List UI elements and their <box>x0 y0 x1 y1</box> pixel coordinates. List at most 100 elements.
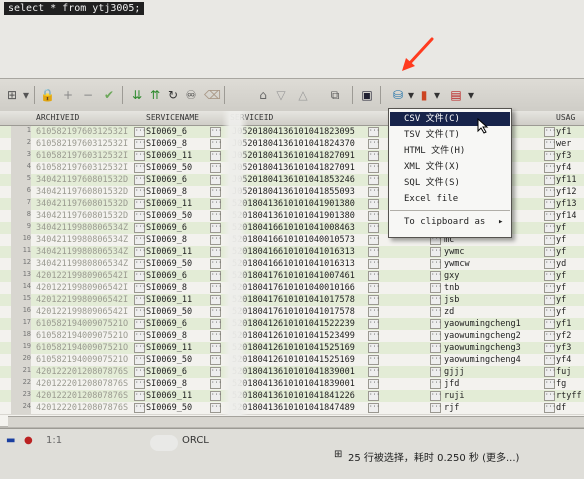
cell-serviceid[interactable]: 520180417610101040010166 <box>232 283 355 293</box>
archive-ellipsis-button[interactable]: ··· <box>134 355 146 365</box>
usage-ellipsis-button[interactable]: ··· <box>544 403 556 413</box>
cell-servicename[interactable]: SI0069_50 <box>146 163 192 173</box>
cell-serviceid[interactable]: J05201804136101041853246 <box>232 175 355 185</box>
value-ellipsis-button[interactable]: ··· <box>430 331 442 341</box>
cell-archiveid[interactable]: 61058219760312532I <box>36 127 128 137</box>
menu-item-excel[interactable]: Excel file <box>390 192 510 206</box>
serviceid-ellipsis-button[interactable]: ··· <box>368 163 380 173</box>
archive-ellipsis-button[interactable]: ··· <box>134 199 146 209</box>
archive-ellipsis-button[interactable]: ··· <box>134 187 146 197</box>
row-number[interactable]: 7 <box>11 198 31 210</box>
cell-usage[interactable]: yf14 <box>556 211 576 221</box>
cell-servicename[interactable]: SI0069_8 <box>146 139 187 149</box>
value-ellipsis-button[interactable]: ··· <box>430 259 442 269</box>
cell-archiveid[interactable]: 61058219760312532I <box>36 151 128 161</box>
row-number[interactable]: 1 <box>11 126 31 138</box>
cell-usage[interactable]: yd <box>556 259 566 269</box>
row-number[interactable]: 18 <box>11 330 31 342</box>
cell-usage[interactable]: yf <box>556 223 566 233</box>
cell-servicename[interactable]: SI0069_11 <box>146 343 192 353</box>
cell-servicename[interactable]: SI0069_8 <box>146 235 187 245</box>
value-ellipsis-button[interactable]: ··· <box>430 379 442 389</box>
cell-archiveid[interactable]: 42012219980906542I <box>36 271 128 281</box>
binoculars-icon[interactable]: ♾ <box>184 88 198 102</box>
usage-ellipsis-button[interactable]: ··· <box>544 199 556 209</box>
servicename-ellipsis-button[interactable]: ··· <box>210 223 222 233</box>
cell-value[interactable]: yaowumingcheng3 <box>444 343 521 353</box>
cell-archiveid[interactable]: 61058219400907521O <box>36 331 128 341</box>
cell-servicename[interactable]: SI0069_6 <box>146 367 187 377</box>
serviceid-ellipsis-button[interactable]: ··· <box>368 151 380 161</box>
serviceid-ellipsis-button[interactable]: ··· <box>368 391 380 401</box>
cell-archiveid[interactable]: 61058219400907521O <box>36 319 128 329</box>
cell-serviceid[interactable]: 520180417610101041017578 <box>232 307 355 317</box>
cell-servicename[interactable]: SI0069_11 <box>146 391 192 401</box>
cell-usage[interactable]: yf1 <box>556 319 571 329</box>
cell-serviceid[interactable]: 520180416610101041016313 <box>232 259 355 269</box>
row-number[interactable]: 15 <box>11 294 31 306</box>
cell-value[interactable]: yaowumingcheng1 <box>444 319 521 329</box>
usage-ellipsis-button[interactable]: ··· <box>544 211 556 221</box>
usage-ellipsis-button[interactable]: ··· <box>544 151 556 161</box>
cell-archiveid[interactable]: 34042119760801532D <box>36 187 128 197</box>
cell-serviceid[interactable]: 520180413610101041839001 <box>232 379 355 389</box>
serviceid-ellipsis-button[interactable]: ··· <box>368 379 380 389</box>
cell-servicename[interactable]: SI0069_6 <box>146 127 187 137</box>
cell-archiveid[interactable]: 61058219760312532I <box>36 163 128 173</box>
menu-item-csv[interactable]: CSV 文件(C) <box>390 112 510 126</box>
serviceid-ellipsis-button[interactable]: ··· <box>368 199 380 209</box>
servicename-ellipsis-button[interactable]: ··· <box>210 139 222 149</box>
cell-archiveid[interactable]: 34042119760801532D <box>36 175 128 185</box>
cell-servicename[interactable]: SI0069_8 <box>146 283 187 293</box>
usage-ellipsis-button[interactable]: ··· <box>544 379 556 389</box>
row-number[interactable]: 9 <box>11 222 31 234</box>
cell-servicename[interactable]: SI0069_11 <box>146 199 192 209</box>
usage-ellipsis-button[interactable]: ··· <box>544 355 556 365</box>
row-number[interactable]: 4 <box>11 162 31 174</box>
archive-ellipsis-button[interactable]: ··· <box>134 247 146 257</box>
sql-editor[interactable]: select * from ytj3005; <box>0 0 584 78</box>
cell-value[interactable]: zd <box>444 307 454 317</box>
serviceid-ellipsis-button[interactable]: ··· <box>368 271 380 281</box>
cell-value[interactable]: jsb <box>444 295 459 305</box>
row-number[interactable]: 12 <box>11 258 31 270</box>
archive-ellipsis-button[interactable]: ··· <box>134 343 146 353</box>
serviceid-ellipsis-button[interactable]: ··· <box>368 367 380 377</box>
cell-usage[interactable]: yf1 <box>556 127 571 137</box>
serviceid-ellipsis-button[interactable]: ··· <box>368 223 380 233</box>
cell-value[interactable]: ywmc <box>444 247 464 257</box>
archive-ellipsis-button[interactable]: ··· <box>134 175 146 185</box>
cell-usage[interactable]: yf <box>556 271 566 281</box>
cell-serviceid[interactable]: 520180412610101041523499 <box>232 331 355 341</box>
cell-usage[interactable]: wer <box>556 139 571 149</box>
archive-ellipsis-button[interactable]: ··· <box>134 259 146 269</box>
sql-statement[interactable]: select * from ytj3005; <box>4 2 145 15</box>
column-header-archiveid[interactable]: ARCHIVEID <box>36 113 79 122</box>
serviceid-ellipsis-button[interactable]: ··· <box>368 187 380 197</box>
cell-servicename[interactable]: SI0069_6 <box>146 223 187 233</box>
archive-ellipsis-button[interactable]: ··· <box>134 127 146 137</box>
cell-value[interactable]: rjf <box>444 403 459 413</box>
cell-servicename[interactable]: SI0069_11 <box>146 247 192 257</box>
up-arrows-icon[interactable]: ⇈ <box>148 88 162 102</box>
cell-servicename[interactable]: SI0069_11 <box>146 151 192 161</box>
cell-usage[interactable]: yf <box>556 235 566 245</box>
serviceid-ellipsis-button[interactable]: ··· <box>368 343 380 353</box>
serviceid-ellipsis-button[interactable]: ··· <box>368 283 380 293</box>
cell-servicename[interactable]: SI0069_6 <box>146 319 187 329</box>
value-ellipsis-button[interactable]: ··· <box>430 367 442 377</box>
row-number[interactable]: 8 <box>11 210 31 222</box>
cell-serviceid[interactable]: 520180413610101041847489 <box>232 403 355 413</box>
archive-ellipsis-button[interactable]: ··· <box>134 163 146 173</box>
dropdown-icon[interactable]: ▾ <box>22 88 30 102</box>
menu-item-tsv[interactable]: TSV 文件(T) <box>390 128 510 142</box>
triangle-up-icon[interactable]: △ <box>296 88 310 102</box>
servicename-ellipsis-button[interactable]: ··· <box>210 247 222 257</box>
cell-servicename[interactable]: SI0069_50 <box>146 259 192 269</box>
archive-ellipsis-button[interactable]: ··· <box>134 379 146 389</box>
grid-icon[interactable]: ⊞ <box>6 88 18 102</box>
servicename-ellipsis-button[interactable]: ··· <box>210 307 222 317</box>
row-number[interactable]: 10 <box>11 234 31 246</box>
column-header-servicename[interactable]: SERVICENAME <box>146 113 199 122</box>
usage-ellipsis-button[interactable]: ··· <box>544 391 556 401</box>
